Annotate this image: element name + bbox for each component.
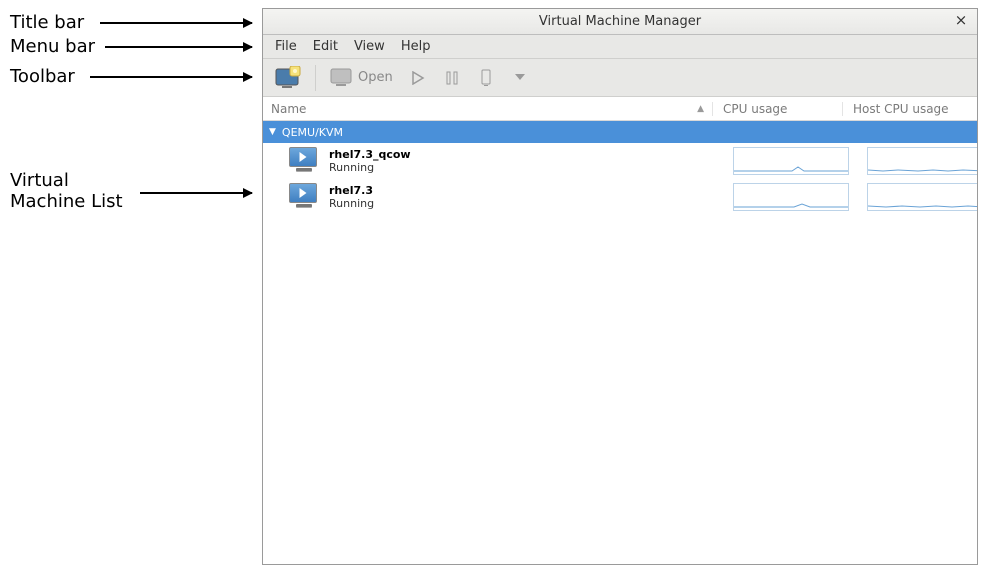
toolbar: Open xyxy=(263,59,977,97)
vm-status-icon xyxy=(289,183,319,211)
shutdown-button[interactable] xyxy=(471,63,501,93)
annotation-vm-list: Virtual Machine List xyxy=(10,170,123,212)
shutdown-menu-button[interactable] xyxy=(505,63,535,93)
monitor-new-icon xyxy=(275,66,301,90)
vm-name: rhel7.3_qcow xyxy=(329,148,719,161)
host-cpu-usage-graph xyxy=(867,183,977,211)
menu-help[interactable]: Help xyxy=(393,37,439,56)
vm-row[interactable]: rhel7.3 Running xyxy=(263,179,977,215)
host-cpu-usage-graph xyxy=(867,147,977,175)
chevron-down-icon xyxy=(515,74,525,82)
vm-name: rhel7.3 xyxy=(329,184,719,197)
cpu-usage-graph xyxy=(733,183,849,211)
shutdown-icon xyxy=(479,69,493,87)
cpu-usage-graph xyxy=(733,147,849,175)
chevron-down-icon: ▼ xyxy=(269,127,276,137)
title-bar: Virtual Machine Manager × xyxy=(263,9,977,35)
column-header-cpu[interactable]: CPU usage xyxy=(713,102,843,116)
app-window: Virtual Machine Manager × File Edit View… xyxy=(262,8,978,565)
annotation-toolbar: Toolbar xyxy=(10,66,75,87)
column-headers: Name ▲ CPU usage Host CPU usage xyxy=(263,97,977,121)
connection-row[interactable]: ▼ QEMU/KVM xyxy=(263,121,977,143)
play-icon xyxy=(411,71,425,85)
pause-icon xyxy=(445,71,459,85)
window-title: Virtual Machine Manager xyxy=(539,14,701,29)
annotation-title-bar: Title bar xyxy=(10,12,84,33)
run-button[interactable] xyxy=(403,63,433,93)
pause-button[interactable] xyxy=(437,63,467,93)
arrow-icon xyxy=(90,76,252,78)
vm-status-icon xyxy=(289,147,319,175)
monitor-icon xyxy=(330,68,352,88)
menu-file[interactable]: File xyxy=(267,37,305,56)
sort-ascending-icon: ▲ xyxy=(697,104,712,114)
toolbar-separator xyxy=(315,65,316,91)
column-header-host-cpu[interactable]: Host CPU usage xyxy=(843,102,977,116)
open-label: Open xyxy=(358,70,393,85)
new-vm-button[interactable] xyxy=(269,63,307,93)
arrow-icon xyxy=(140,192,252,194)
column-header-name[interactable]: Name ▲ xyxy=(263,102,713,116)
menu-view[interactable]: View xyxy=(346,37,393,56)
connection-label: QEMU/KVM xyxy=(282,126,343,139)
close-button[interactable]: × xyxy=(953,13,969,29)
annotation-menu-bar: Menu bar xyxy=(10,36,95,57)
vm-status: Running xyxy=(329,161,719,174)
vm-list: ▼ QEMU/KVM rhel7.3_qcow Running xyxy=(263,121,977,564)
arrow-icon xyxy=(100,22,252,24)
vm-status: Running xyxy=(329,197,719,210)
menu-edit[interactable]: Edit xyxy=(305,37,346,56)
menu-bar: File Edit View Help xyxy=(263,35,977,59)
vm-row[interactable]: rhel7.3_qcow Running xyxy=(263,143,977,179)
arrow-icon xyxy=(105,46,252,48)
open-vm-button[interactable]: Open xyxy=(324,63,399,93)
